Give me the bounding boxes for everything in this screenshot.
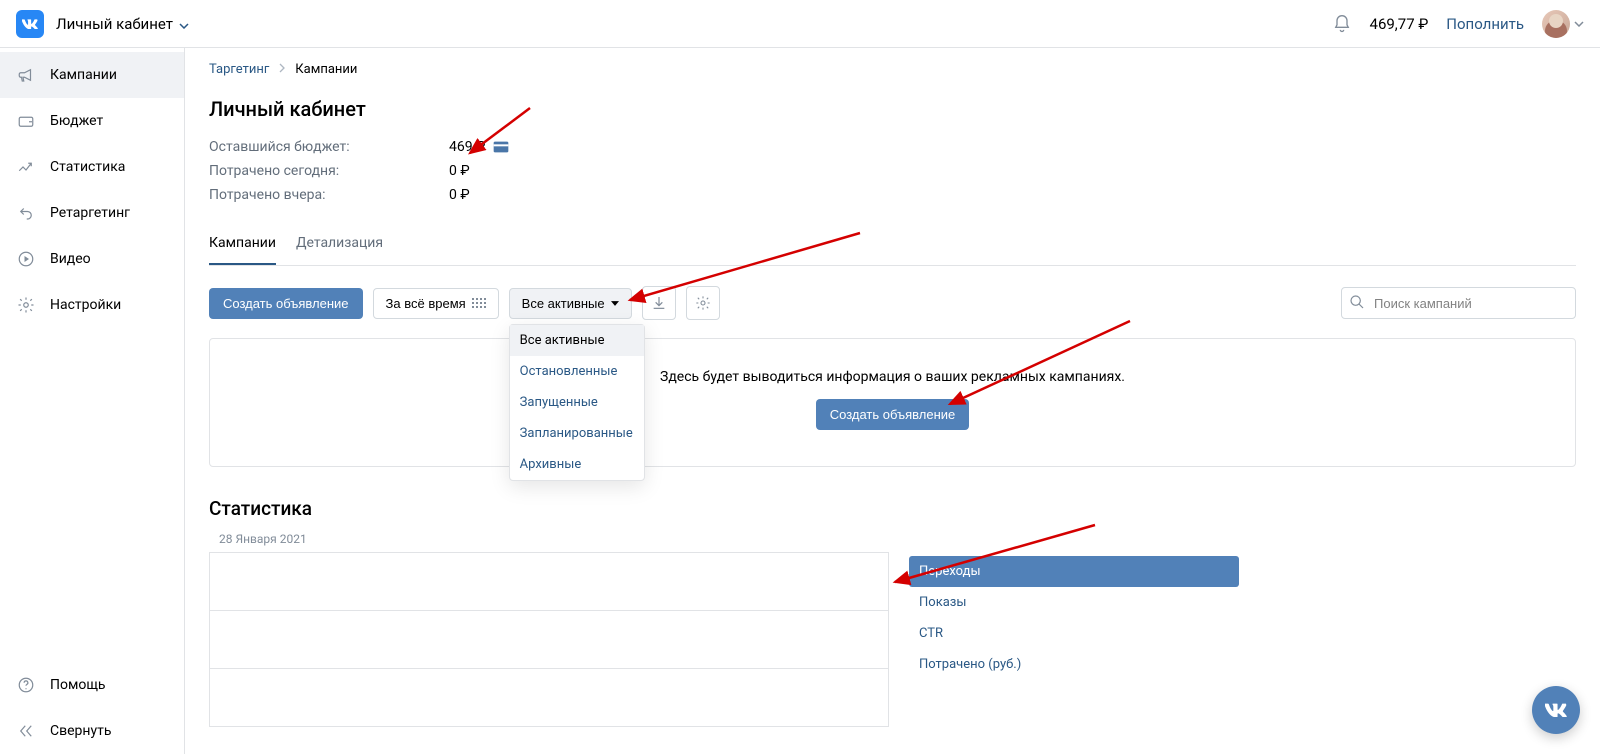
megaphone-icon bbox=[16, 65, 36, 85]
breadcrumb: Таргетинг Кампании bbox=[209, 62, 1576, 77]
notifications-icon[interactable] bbox=[1332, 14, 1352, 34]
gear-icon bbox=[16, 295, 36, 315]
create-ad-button[interactable]: Создать объявление bbox=[209, 288, 363, 319]
collapse-icon bbox=[16, 721, 36, 741]
vk-logo[interactable] bbox=[16, 10, 44, 38]
banner-create-ad-button[interactable]: Создать объявление bbox=[816, 399, 970, 430]
chevron-down-icon bbox=[179, 15, 189, 33]
sidebar-item-statistics[interactable]: Статистика bbox=[0, 144, 184, 190]
card-icon[interactable] bbox=[493, 141, 509, 153]
sidebar-item-label: Ретаргетинг bbox=[50, 205, 130, 221]
play-icon bbox=[16, 249, 36, 269]
tabs: Кампании Детализация bbox=[209, 225, 1576, 266]
sidebar-item-settings[interactable]: Настройки bbox=[0, 282, 184, 328]
wallet-icon bbox=[16, 111, 36, 131]
settings-button[interactable] bbox=[686, 286, 720, 320]
sidebar-item-retargeting[interactable]: Ретаргетинг bbox=[0, 190, 184, 236]
sidebar-item-label: Свернуть bbox=[50, 723, 111, 739]
banner-text: Здесь будет выводиться информация о ваши… bbox=[230, 369, 1555, 385]
stat-date: 28 Января 2021 bbox=[219, 532, 1576, 546]
sidebar: Кампании Бюджет Статистика Ретаргетинг В… bbox=[0, 48, 185, 754]
sidebar-item-budget[interactable]: Бюджет bbox=[0, 98, 184, 144]
profile-menu[interactable] bbox=[1542, 10, 1584, 38]
chart-icon bbox=[16, 157, 36, 177]
tab-details[interactable]: Детализация bbox=[296, 225, 383, 265]
filter-option-all-active[interactable]: Все активные bbox=[510, 325, 644, 356]
chevron-right-icon bbox=[279, 62, 285, 77]
stat-metric-impressions[interactable]: Показы bbox=[909, 587, 1239, 618]
sidebar-item-help[interactable]: Помощь bbox=[0, 662, 184, 708]
sidebar-item-label: Статистика bbox=[50, 159, 125, 175]
stat-metric-spent[interactable]: Потрачено (руб.) bbox=[909, 649, 1239, 680]
stat-metric-ctr[interactable]: CTR bbox=[909, 618, 1239, 649]
budget-row-remaining: Оставшийся бюджет: 469 ₽ bbox=[209, 139, 1576, 155]
sidebar-item-label: Настройки bbox=[50, 297, 121, 313]
budget-label: Потрачено сегодня: bbox=[209, 163, 449, 179]
budget-row-today: Потрачено сегодня: 0 ₽ bbox=[209, 163, 1576, 179]
page-title: Личный кабинет bbox=[209, 97, 1576, 121]
budget-label: Оставшийся бюджет: bbox=[209, 139, 449, 155]
budget-row-yesterday: Потрачено вчера: 0 ₽ bbox=[209, 187, 1576, 203]
budget-label: Потрачено вчера: bbox=[209, 187, 449, 203]
search-input[interactable] bbox=[1341, 287, 1576, 319]
calendar-icon bbox=[472, 298, 486, 308]
status-filter[interactable]: Все активные bbox=[509, 288, 632, 319]
search-icon bbox=[1349, 294, 1365, 314]
undo-icon bbox=[16, 203, 36, 223]
sidebar-item-label: Бюджет bbox=[50, 113, 103, 129]
budget-value: 0 ₽ bbox=[449, 163, 470, 179]
balance-value: 469,77 ₽ bbox=[1370, 15, 1429, 33]
sidebar-item-label: Кампании bbox=[50, 67, 117, 83]
account-label: Личный кабинет bbox=[56, 15, 173, 33]
breadcrumb-root[interactable]: Таргетинг bbox=[209, 62, 269, 77]
empty-campaigns-banner: Здесь будет выводиться информация о ваши… bbox=[209, 338, 1576, 467]
avatar bbox=[1542, 10, 1570, 38]
sidebar-item-label: Помощь bbox=[50, 677, 106, 693]
budget-value: 0 ₽ bbox=[449, 187, 470, 203]
stat-metric-clicks[interactable]: Переходы bbox=[909, 556, 1239, 587]
toolbar: Создать объявление За всё время Все акти… bbox=[209, 286, 1576, 320]
caret-down-icon bbox=[611, 301, 619, 306]
filter-option-running[interactable]: Запущенные bbox=[510, 387, 644, 418]
stats-title: Статистика bbox=[209, 497, 1576, 520]
sidebar-item-campaigns[interactable]: Кампании bbox=[0, 52, 184, 98]
gear-icon bbox=[695, 295, 711, 311]
period-selector[interactable]: За всё время bbox=[373, 288, 499, 319]
tab-campaigns[interactable]: Кампании bbox=[209, 225, 276, 265]
help-icon bbox=[16, 675, 36, 695]
chevron-down-icon bbox=[1574, 21, 1584, 27]
sidebar-item-label: Видео bbox=[50, 251, 91, 267]
account-switcher[interactable]: Личный кабинет bbox=[56, 15, 189, 33]
download-button[interactable] bbox=[642, 286, 676, 320]
filter-label: Все активные bbox=[522, 296, 605, 311]
sidebar-item-video[interactable]: Видео bbox=[0, 236, 184, 282]
budget-value: 469 ₽ bbox=[449, 139, 485, 155]
vk-help-fab[interactable] bbox=[1532, 686, 1580, 734]
status-filter-dropdown: Все активные Остановленные Запущенные За… bbox=[509, 324, 645, 481]
filter-option-scheduled[interactable]: Запланированные bbox=[510, 418, 644, 449]
download-icon bbox=[651, 295, 667, 311]
topup-link[interactable]: Пополнить bbox=[1446, 15, 1524, 33]
stat-metric-list: Переходы Показы CTR Потрачено (руб.) bbox=[909, 552, 1239, 680]
period-label: За всё время bbox=[386, 296, 466, 311]
breadcrumb-current: Кампании bbox=[295, 62, 357, 77]
filter-option-archived[interactable]: Архивные bbox=[510, 449, 644, 480]
chart-grid bbox=[209, 552, 889, 727]
sidebar-item-collapse[interactable]: Свернуть bbox=[0, 708, 184, 754]
filter-option-stopped[interactable]: Остановленные bbox=[510, 356, 644, 387]
